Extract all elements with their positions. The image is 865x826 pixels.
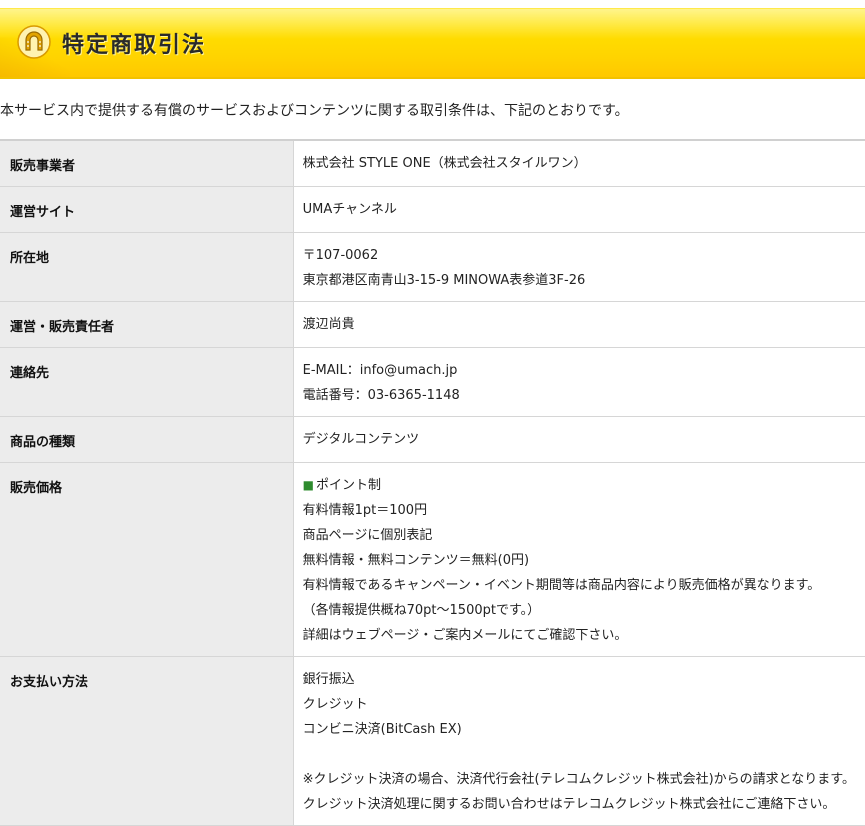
value-line: 東京都港区南青山3-15-9 MINOWA表参道3F-26 — [302, 273, 586, 288]
value-line: コンビニ決済(BitCash EX) — [302, 722, 462, 737]
value-line: 〒107-0062 — [302, 248, 379, 263]
table-row: 販売事業者 株式会社 STYLE ONE（株式会社スタイルワン） — [0, 140, 865, 187]
value-line: ■ ポイント制 — [303, 473, 855, 498]
square-bullet-icon: ■ — [302, 478, 314, 492]
page-header: 特定商取引法 — [0, 8, 865, 79]
table-row: 連絡先 E-MAIL：info@umach.jp 電話番号：03-6365-1148 — [0, 347, 865, 417]
row-label: 商品の種類 — [0, 416, 294, 463]
value-line: クレジット — [302, 697, 368, 712]
row-label: 販売価格 — [0, 462, 294, 657]
table-row: 運営・販売責任者 渡辺尚貴 — [0, 301, 865, 348]
value-line: 商品ページに個別表記 — [302, 528, 433, 543]
intro-text: 本サービス内で提供する有償のサービスおよびコンテンツに関する取引条件は、下記のと… — [0, 103, 629, 119]
value-line: （各情報提供概ね70pt～1500ptです。） — [302, 603, 541, 618]
row-label: 運営・販売責任者 — [0, 301, 294, 348]
row-value: 渡辺尚貴 — [293, 301, 865, 348]
value-line: 銀行振込 — [302, 672, 355, 687]
table-row: 所在地 〒107-0062 東京都港区南青山3-15-9 MINOWA表参道3F-2… — [0, 232, 865, 302]
row-label: 連絡先 — [0, 347, 294, 417]
value-line: 有料情報1pt＝100円 — [302, 503, 428, 518]
page-title: 特定商取引法 — [62, 33, 207, 58]
value-line: 有料情報であるキャンペーン・イベント期間等は商品内容により販売価格が異なります。 — [302, 578, 821, 593]
value-line: クレジット決済処理に関するお問い合わせはテレコムクレジット株式会社にご連絡下さい… — [302, 797, 836, 812]
table-row: 運営サイト UMAチャンネル — [0, 186, 865, 233]
value-line: デジタルコンテンツ — [302, 432, 420, 447]
table-row: 商品の種類 デジタルコンテンツ — [0, 416, 865, 463]
row-label: 販売事業者 — [0, 140, 294, 187]
row-label: 所在地 — [0, 232, 294, 302]
value-line: 株式会社 STYLE ONE（株式会社スタイルワン） — [302, 156, 587, 171]
value-line: UMAチャンネル — [302, 202, 397, 217]
terms-table: 販売事業者 株式会社 STYLE ONE（株式会社スタイルワン） 運営サイト UMAチ… — [0, 139, 865, 826]
value-line: 電話番号：03-6365-1148 — [302, 388, 460, 403]
value-line — [303, 742, 855, 767]
value-line: 無料情報・無料コンテンツ＝無料(0円) — [302, 553, 530, 568]
row-value: 株式会社 STYLE ONE（株式会社スタイルワン） — [293, 140, 865, 187]
row-label: お支払い方法 — [0, 656, 294, 826]
value-line: E-MAIL：info@umach.jp — [302, 363, 458, 378]
row-value: デジタルコンテンツ — [293, 416, 865, 463]
table-row: 販売価格 ■ ポイント制 有料情報1pt＝100円 商品ページに個別表記 無料情報・無料コ… — [0, 462, 865, 657]
row-value: 銀行振込クレジットコンビニ決済(BitCash EX) ※クレジット決済の場合、決… — [293, 656, 865, 826]
value-line: ※クレジット決済の場合、決済代行会社(テレコムクレジット株式会社)からの請求とな… — [302, 772, 855, 787]
value-line: 渡辺尚貴 — [302, 317, 355, 332]
row-value: UMAチャンネル — [293, 186, 865, 233]
value-line: 詳細はウェブページ・ご案内メールにてご確認下さい。 — [302, 628, 628, 643]
row-value: ■ ポイント制有料情報1pt＝100円 商品ページに個別表記無料情報・無料コンテンツ… — [293, 462, 865, 657]
horseshoe-icon — [17, 25, 51, 59]
row-label: 運営サイト — [0, 186, 294, 233]
table-row: お支払い方法 銀行振込クレジットコンビニ決済(BitCash EX) ※クレジット決… — [0, 656, 865, 826]
row-value: E-MAIL：info@umach.jp 電話番号：03-6365-1148 — [293, 347, 865, 417]
value-text: ポイント制 — [315, 478, 381, 493]
row-value: 〒107-0062 東京都港区南青山3-15-9 MINOWA表参道3F-26 — [293, 232, 865, 302]
